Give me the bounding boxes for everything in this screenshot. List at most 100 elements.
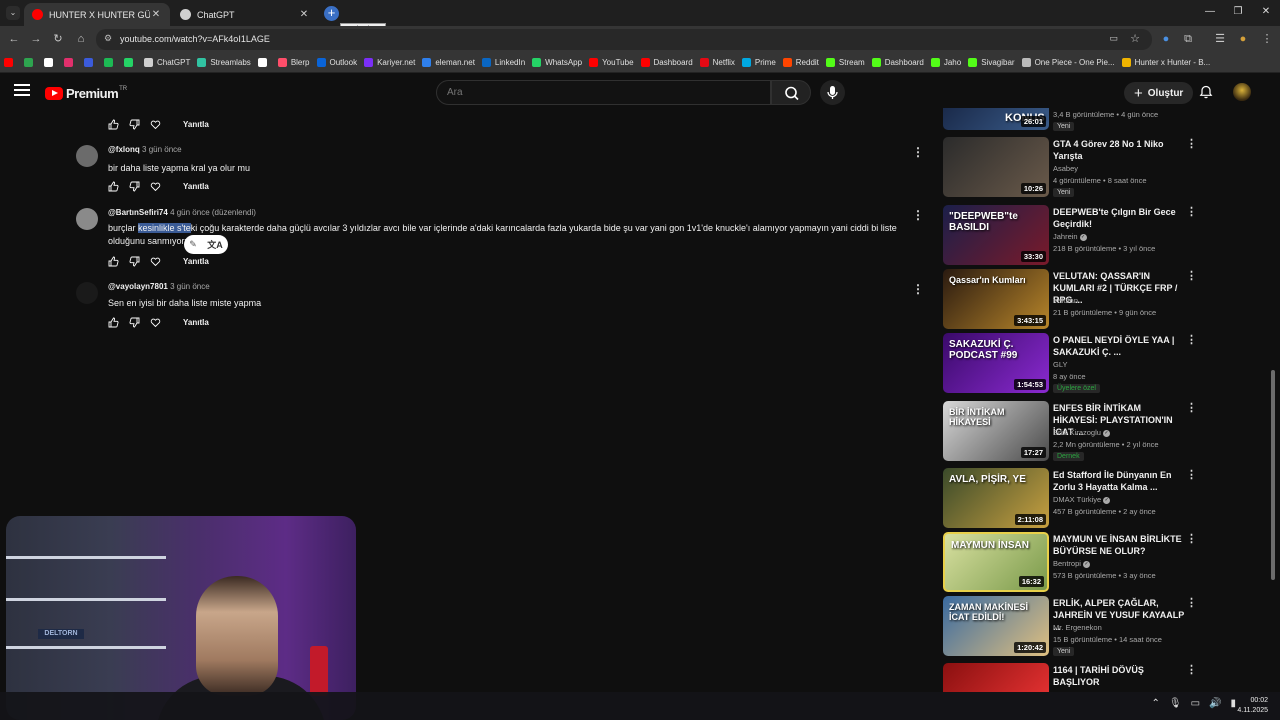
recommended-video[interactable]: SAKAZUKİ Ç. PODCAST #99 1:54:53 O PANEL NE… xyxy=(943,333,1198,393)
bookmark-item[interactable]: One Piece - One Pie... xyxy=(1021,58,1115,67)
tab-close-icon[interactable]: ✕ xyxy=(298,9,310,20)
bookmark-item[interactable]: Blerp xyxy=(277,58,310,67)
bookmark-item[interactable]: Kariyer.net xyxy=(364,58,415,67)
bookmark-item[interactable] xyxy=(257,58,271,67)
bookmark-item[interactable]: eleman.net xyxy=(422,58,475,67)
bookmark-item[interactable]: Reddit xyxy=(782,58,819,67)
video-thumbnail[interactable]: SAKAZUKİ Ç. PODCAST #99 1:54:53 xyxy=(943,333,1049,393)
video-title[interactable]: O PANEL NEYDİ ÖYLE YAA | SAKAZUKİ Ç. ... xyxy=(1053,334,1185,358)
comment-time[interactable]: 3 gün önce xyxy=(142,145,182,154)
recommended-video[interactable]: KONUŞ26:01 3,4 B görüntüleme • 4 gün önce… xyxy=(943,108,1198,132)
video-thumbnail[interactable]: KONUŞ26:01 xyxy=(943,108,1049,130)
like-icon[interactable] xyxy=(108,119,119,130)
recommended-video[interactable]: 10:26 GTA 4 Görev 28 No 1 Niko Yarışta Asa… xyxy=(943,137,1198,197)
bookmark-item[interactable]: Netflix xyxy=(699,58,735,67)
tray-chevron-icon[interactable]: ⌃ xyxy=(1151,698,1159,709)
extension-icon[interactable]: ● xyxy=(1158,31,1174,47)
bookmark-item[interactable] xyxy=(64,58,77,67)
video-thumbnail[interactable]: BİR İNTİKAM HİKAYESİ 17:27 xyxy=(943,401,1049,461)
address-bar[interactable]: ⚙ youtube.com/watch?v=AFk4oI1LAGE ▭ ☆ xyxy=(96,29,1152,50)
comment-author[interactable]: @vayolayn7801 xyxy=(108,282,168,291)
forward-icon[interactable]: → xyxy=(28,31,44,47)
highlighter-icon[interactable]: ✎ xyxy=(189,239,197,250)
recommended-video[interactable]: ZAMAN MAKİNESİ İCAT EDİLDİ! 1:20:42 ERLİK,… xyxy=(943,596,1198,656)
video-title[interactable]: MAYMUN VE İNSAN BİRLİKTE BÜYÜRSE NE OLUR… xyxy=(1053,533,1185,557)
tab-chatgpt[interactable]: ChatGPT ✕ xyxy=(172,3,318,26)
comment-time[interactable]: 4 gün önce (düzenlendi) xyxy=(170,208,256,217)
reading-list-icon[interactable]: ☰ xyxy=(1212,31,1228,47)
video-thumbnail[interactable]: MAYMUN İNSAN 16:32 xyxy=(943,532,1049,592)
more-actions-icon[interactable]: ⋮ xyxy=(912,208,924,222)
more-actions-icon[interactable]: ⋮ xyxy=(1186,206,1197,218)
search-button[interactable] xyxy=(771,80,811,105)
tab-search-button[interactable]: ⌄ xyxy=(6,6,20,20)
heart-icon[interactable] xyxy=(150,181,161,192)
bookmark-item[interactable]: Hunter x Hunter - B... xyxy=(1121,58,1210,67)
youtube-premium-logo[interactable]: Premium TR xyxy=(45,86,127,101)
heart-icon[interactable] xyxy=(150,256,161,267)
bookmark-item[interactable]: Stream xyxy=(825,58,865,67)
more-actions-icon[interactable]: ⋮ xyxy=(1186,334,1197,346)
battery-icon[interactable]: ▮ xyxy=(1230,698,1236,709)
channel-name[interactable]: Jahrein ✓ xyxy=(1053,232,1087,241)
recommended-video[interactable]: BİR İNTİKAM HİKAYESİ 17:27 ENFES BİR İNTİK… xyxy=(943,401,1198,461)
more-actions-icon[interactable]: ⋮ xyxy=(1186,270,1197,282)
video-thumbnail[interactable]: 10:26 xyxy=(943,137,1049,197)
bookmark-item[interactable]: Sivagibar xyxy=(968,58,1015,67)
dislike-icon[interactable] xyxy=(129,181,140,192)
search-input[interactable] xyxy=(436,80,771,105)
channel-name[interactable]: DMAX Türkiye ✓ xyxy=(1053,495,1111,504)
dislike-icon[interactable] xyxy=(129,119,140,130)
video-thumbnail[interactable]: Qassar'ın Kumları 3:43:15 xyxy=(943,269,1049,329)
more-actions-icon[interactable]: ⋮ xyxy=(1186,402,1197,414)
channel-name[interactable]: Asabey xyxy=(1053,164,1078,173)
more-actions-icon[interactable]: ⋮ xyxy=(1186,664,1197,676)
tab-youtube-video[interactable]: HUNTER X HUNTER GÜÇ SIRAL ✕ xyxy=(24,3,170,26)
translate-icon[interactable]: 文A xyxy=(207,238,223,251)
bookmark-star-icon[interactable]: ☆ xyxy=(1130,32,1140,45)
channel-name[interactable]: Enis Kirazoglu ✓ xyxy=(1053,428,1110,437)
more-actions-icon[interactable]: ⋮ xyxy=(912,145,924,159)
page-scrollbar[interactable] xyxy=(1271,370,1275,580)
more-actions-icon[interactable]: ⋮ xyxy=(1186,138,1197,150)
reply-button[interactable]: Yanıtla xyxy=(183,182,209,191)
bookmark-item[interactable]: Dashboard xyxy=(640,58,693,67)
video-title[interactable]: 1164 | TARİHİ DÖVÜŞ BAŞLIYOR xyxy=(1053,664,1185,688)
recommended-video[interactable]: MAYMUN İNSAN 16:32 MAYMUN VE İNSAN BİRLİKT… xyxy=(943,532,1198,592)
avatar[interactable] xyxy=(76,208,98,230)
more-actions-icon[interactable]: ⋮ xyxy=(912,282,924,296)
recommended-video[interactable]: 1164 | TARİHİ DÖVÜŞ BAŞLIYOR ⋮ xyxy=(943,663,1198,692)
bookmark-item[interactable]: Streamlabs xyxy=(197,58,251,67)
video-title[interactable]: GTA 4 Görev 28 No 1 Niko Yarışta xyxy=(1053,138,1185,162)
microphone-tray-icon[interactable]: 🎙 xyxy=(1169,698,1182,709)
bookmark-item[interactable]: ChatGPT xyxy=(144,58,190,67)
bookmark-item[interactable]: YouTube xyxy=(589,58,634,67)
create-button[interactable]: + Oluştur xyxy=(1124,82,1194,104)
new-tab-button[interactable]: + xyxy=(324,6,339,21)
more-actions-icon[interactable]: ⋮ xyxy=(1186,469,1197,481)
back-icon[interactable]: ← xyxy=(6,31,22,47)
comment-author[interactable]: @fxlonq xyxy=(108,145,140,154)
video-title[interactable]: DEEPWEB'te Çılgın Bir Gece Geçirdik! xyxy=(1053,206,1185,230)
voice-search-button[interactable] xyxy=(820,80,845,105)
taskbar-clock[interactable]: 00:02 4.11.2025 xyxy=(1237,696,1268,716)
video-title[interactable]: Ed Stafford İle Dünyanın En Zorlu 3 Haya… xyxy=(1053,469,1185,493)
bookmark-item[interactable]: WhatsApp xyxy=(532,58,582,67)
heart-icon[interactable] xyxy=(150,119,161,130)
extensions-puzzle-icon[interactable]: ⧉ xyxy=(1180,31,1196,47)
like-icon[interactable] xyxy=(108,317,119,328)
video-thumbnail[interactable]: "DEEPWEB"te BASILDI 33:30 xyxy=(943,205,1049,265)
notifications-bell-icon[interactable] xyxy=(1199,85,1213,99)
close-window-icon[interactable]: ✕ xyxy=(1252,0,1280,24)
recommended-video[interactable]: "DEEPWEB"te BASILDI 33:30 DEEPWEB'te Çılgı… xyxy=(943,205,1198,265)
bookmark-item[interactable] xyxy=(4,58,17,67)
translate-popup[interactable]: ✎ 文A xyxy=(184,235,228,254)
tab-close-icon[interactable]: ✕ xyxy=(150,9,162,20)
bookmark-item[interactable]: Outlook xyxy=(316,58,357,67)
video-thumbnail[interactable]: AVLA, PİŞİR, YE 2:11:08 xyxy=(943,468,1049,528)
recommended-video[interactable]: AVLA, PİŞİR, YE 2:11:08 Ed Stafford İle Dü… xyxy=(943,468,1198,528)
like-icon[interactable] xyxy=(108,181,119,192)
bookmark-item[interactable]: Dashboard xyxy=(871,58,924,67)
reply-button[interactable]: Yanıtla xyxy=(183,257,209,266)
browser-menu-icon[interactable]: ⋮ xyxy=(1259,31,1275,47)
